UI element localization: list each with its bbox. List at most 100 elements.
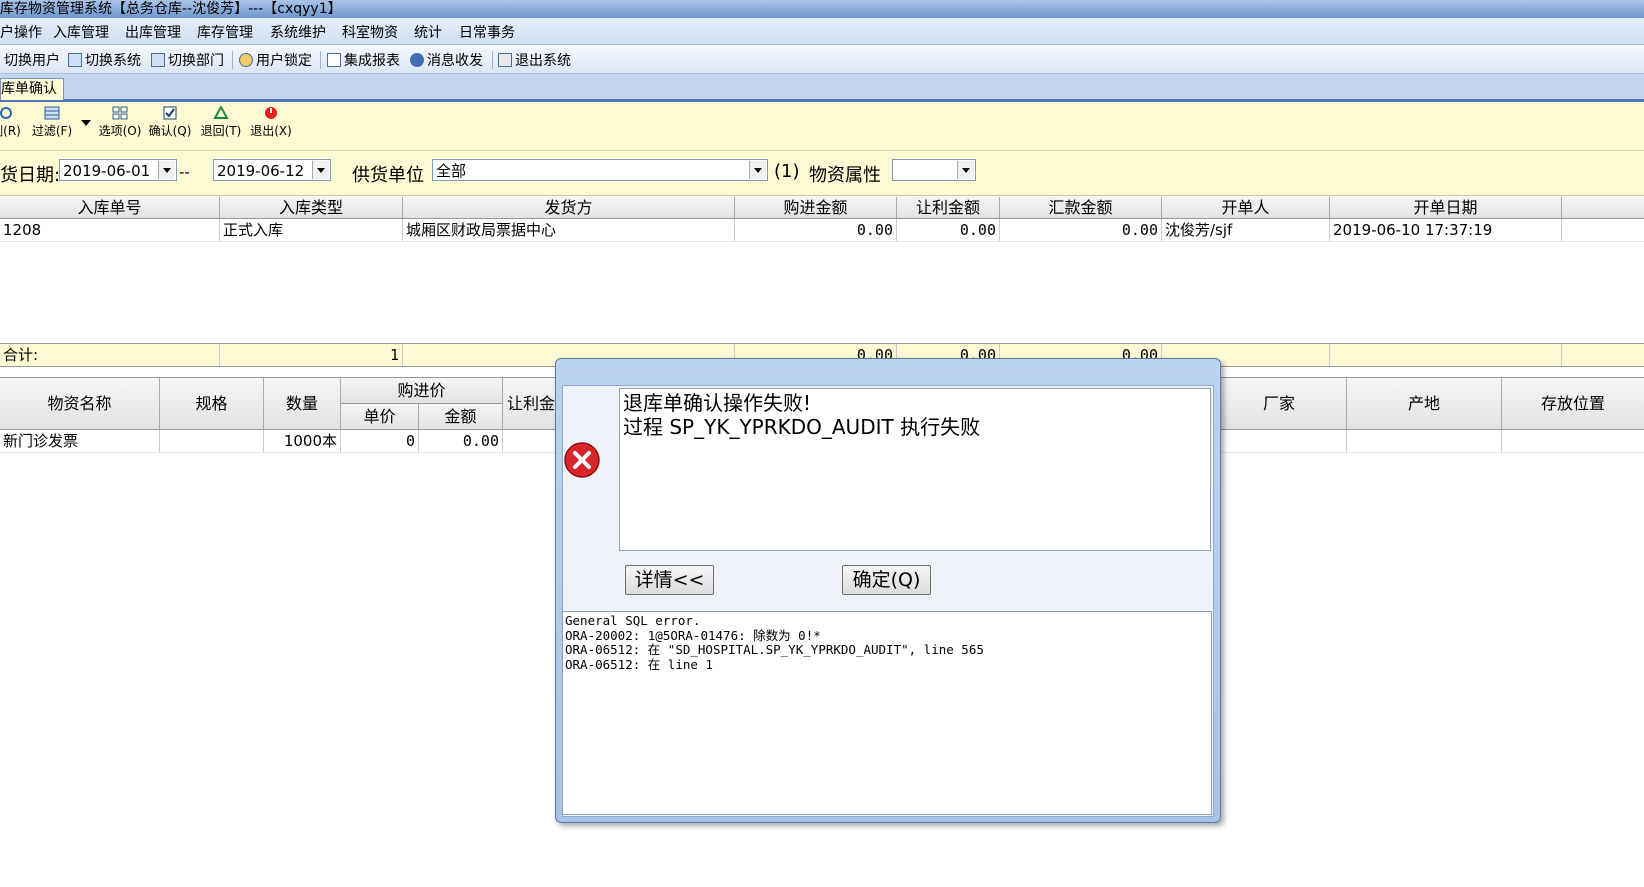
options-button[interactable]: 选项(O) <box>96 106 144 139</box>
col-origin[interactable]: 产地 <box>1347 378 1502 430</box>
filter-bar: 货日期: 2019-06-01 -- 2019-06-12 供货单位 全部 (1… <box>0 151 1644 196</box>
switch-user-button[interactable]: 切换用户 <box>4 50 60 70</box>
detail-line: ORA-06512: 在 line 1 <box>565 656 713 672</box>
col-unit-price[interactable]: 单价 <box>341 404 419 430</box>
refresh-button[interactable]: 刷(R) <box>0 106 30 139</box>
menu-dept-goods[interactable]: 科室物资 <box>342 22 398 42</box>
menu-inventory[interactable]: 库存管理 <box>197 22 253 42</box>
power-icon <box>265 107 277 119</box>
confirm-button[interactable]: 确认(Q) <box>146 106 194 139</box>
col-create-date[interactable]: 开单日期 <box>1330 197 1562 219</box>
tab-inbound-confirm[interactable]: 库单确认 <box>0 78 64 100</box>
cell-origin <box>1347 430 1502 452</box>
messages-button[interactable]: 消息收发 <box>410 50 483 70</box>
col-qty[interactable]: 数量 <box>264 378 341 430</box>
attr-select[interactable] <box>892 159 976 181</box>
col-discount-amount[interactable]: 让利金额 <box>897 197 1000 219</box>
date-from-picker[interactable]: 2019-06-01 <box>59 159 177 181</box>
cell-remit-amount: 0.00 <box>1000 219 1162 241</box>
date-to-value: 2019-06-12 <box>217 162 305 180</box>
user-lock-icon <box>239 53 253 67</box>
chevron-down-icon[interactable] <box>749 161 766 179</box>
filter-dropdown-arrow-icon[interactable] <box>81 120 91 126</box>
menu-system[interactable]: 系统维护 <box>270 22 326 42</box>
window-title: 库存物资管理系统【总务仓库--沈俊芳】---【cxqyy1】 <box>0 1 342 17</box>
cell-inbound-no: 1208 <box>0 219 220 241</box>
cell-amount: 0.00 <box>419 430 503 452</box>
cell-inbound-type: 正式入库 <box>220 219 403 241</box>
col-goods-name[interactable]: 物资名称 <box>0 378 160 430</box>
options-label: 选项(O) <box>98 124 142 138</box>
detail-line: ORA-06512: 在 "SD_HOSPITAL.SP_YK_YPRKDO_A… <box>565 642 984 657</box>
col-manufacturer[interactable]: 厂家 <box>1212 378 1347 430</box>
col-sender[interactable]: 发货方 <box>403 197 735 219</box>
col-purchase-price[interactable]: 购进价 <box>341 378 503 404</box>
return-button[interactable]: 退回(T) <box>197 106 245 139</box>
exit-system-label: 退出系统 <box>515 53 571 69</box>
checkbox-check-icon <box>163 106 177 120</box>
chevron-down-icon[interactable] <box>158 161 175 179</box>
detail-line: ORA-20002: 1@5ORA-01476: 除数为 0!* <box>565 627 821 643</box>
cell-manufacturer <box>1212 430 1347 452</box>
supplier-label: 供货单位 <box>352 165 424 186</box>
refresh-label: 刷(R) <box>0 124 21 138</box>
col-empty <box>1562 197 1644 219</box>
cell-create-date: 2019-06-10 17:37:19 <box>1330 219 1562 241</box>
col-spec[interactable]: 规格 <box>160 378 264 430</box>
menu-user-ops[interactable]: 户操作 <box>0 22 42 42</box>
supplier-hint: (1) <box>774 161 800 182</box>
total-label: 合计: <box>0 344 220 366</box>
chevron-down-icon[interactable] <box>312 161 329 179</box>
supplier-select[interactable]: 全部 <box>432 159 768 181</box>
action-toolbar: 刷(R) 过滤(F) 选项(O) 确认(Q) 退回(T) 退出(X) <box>0 102 1644 151</box>
report-label: 集成报表 <box>344 53 400 69</box>
date-to-picker[interactable]: 2019-06-12 <box>213 159 331 181</box>
toolbar-separator <box>492 51 493 69</box>
cell-sender: 城厢区财政局票据中心 <box>403 219 735 241</box>
tab-label: 库单确认 <box>1 81 57 97</box>
detail-line: General SQL error. <box>565 613 701 628</box>
menu-outbound[interactable]: 出库管理 <box>125 22 181 42</box>
table-row[interactable]: 1208 正式入库 城厢区财政局票据中心 0.00 0.00 0.00 沈俊芳/… <box>0 219 1644 242</box>
filter-label: 过滤(F) <box>31 124 73 138</box>
col-inbound-no[interactable]: 入库单号 <box>0 197 220 219</box>
cell-discount-amount: 0.00 <box>897 219 1000 241</box>
col-remit-amount[interactable]: 汇款金额 <box>1000 197 1162 219</box>
menu-inbound[interactable]: 入库管理 <box>53 22 109 42</box>
info-icon <box>410 53 424 67</box>
user-lock-button[interactable]: 用户锁定 <box>239 50 312 70</box>
error-message-line2: 过程 SP_YK_YPRKDO_AUDIT 执行失败 <box>623 415 981 439</box>
error-detail-text[interactable]: General SQL error. ORA-20002: 1@5ORA-014… <box>562 611 1212 815</box>
toolbar-separator <box>232 51 233 69</box>
supplier-value: 全部 <box>436 162 467 180</box>
window-title-bar: 库存物资管理系统【总务仓库--沈俊芳】---【cxqyy1】 <box>0 0 1644 18</box>
col-location[interactable]: 存放位置 <box>1502 378 1644 430</box>
report-button[interactable]: 集成报表 <box>327 50 400 70</box>
report-icon <box>327 53 341 67</box>
filter-button[interactable]: 过滤(F) <box>28 106 76 139</box>
exit-system-button[interactable]: 退出系统 <box>498 50 571 70</box>
col-creator[interactable]: 开单人 <box>1162 197 1330 219</box>
refresh-icon <box>0 107 12 119</box>
chevron-down-icon[interactable] <box>957 161 974 179</box>
return-label: 退回(T) <box>200 124 242 138</box>
recycle-icon <box>213 106 229 119</box>
ok-button[interactable]: 确定(Q) <box>842 565 931 595</box>
exit-label: 退出(X) <box>250 124 292 138</box>
exit-door-icon <box>498 53 512 67</box>
cell-purchase-amount: 0.00 <box>735 219 897 241</box>
col-purchase-amount[interactable]: 购进金额 <box>735 197 897 219</box>
date-range-dash: -- <box>179 163 190 181</box>
menu-stats[interactable]: 统计 <box>414 22 442 42</box>
error-icon <box>564 442 600 478</box>
exit-button[interactable]: 退出(X) <box>247 106 295 139</box>
col-amount[interactable]: 金额 <box>419 404 503 430</box>
options-grid-icon <box>112 106 128 120</box>
details-button[interactable]: 详情<< <box>625 565 714 595</box>
cell-goods-name: 新门诊发票 <box>0 430 160 452</box>
menu-bar: 户操作 入库管理 出库管理 库存管理 系统维护 科室物资 统计 日常事务 <box>0 18 1644 45</box>
menu-daily[interactable]: 日常事务 <box>459 22 515 42</box>
switch-dept-button[interactable]: 切换部门 <box>151 50 224 70</box>
switch-system-button[interactable]: 切换系统 <box>68 50 141 70</box>
col-inbound-type[interactable]: 入库类型 <box>220 197 403 219</box>
